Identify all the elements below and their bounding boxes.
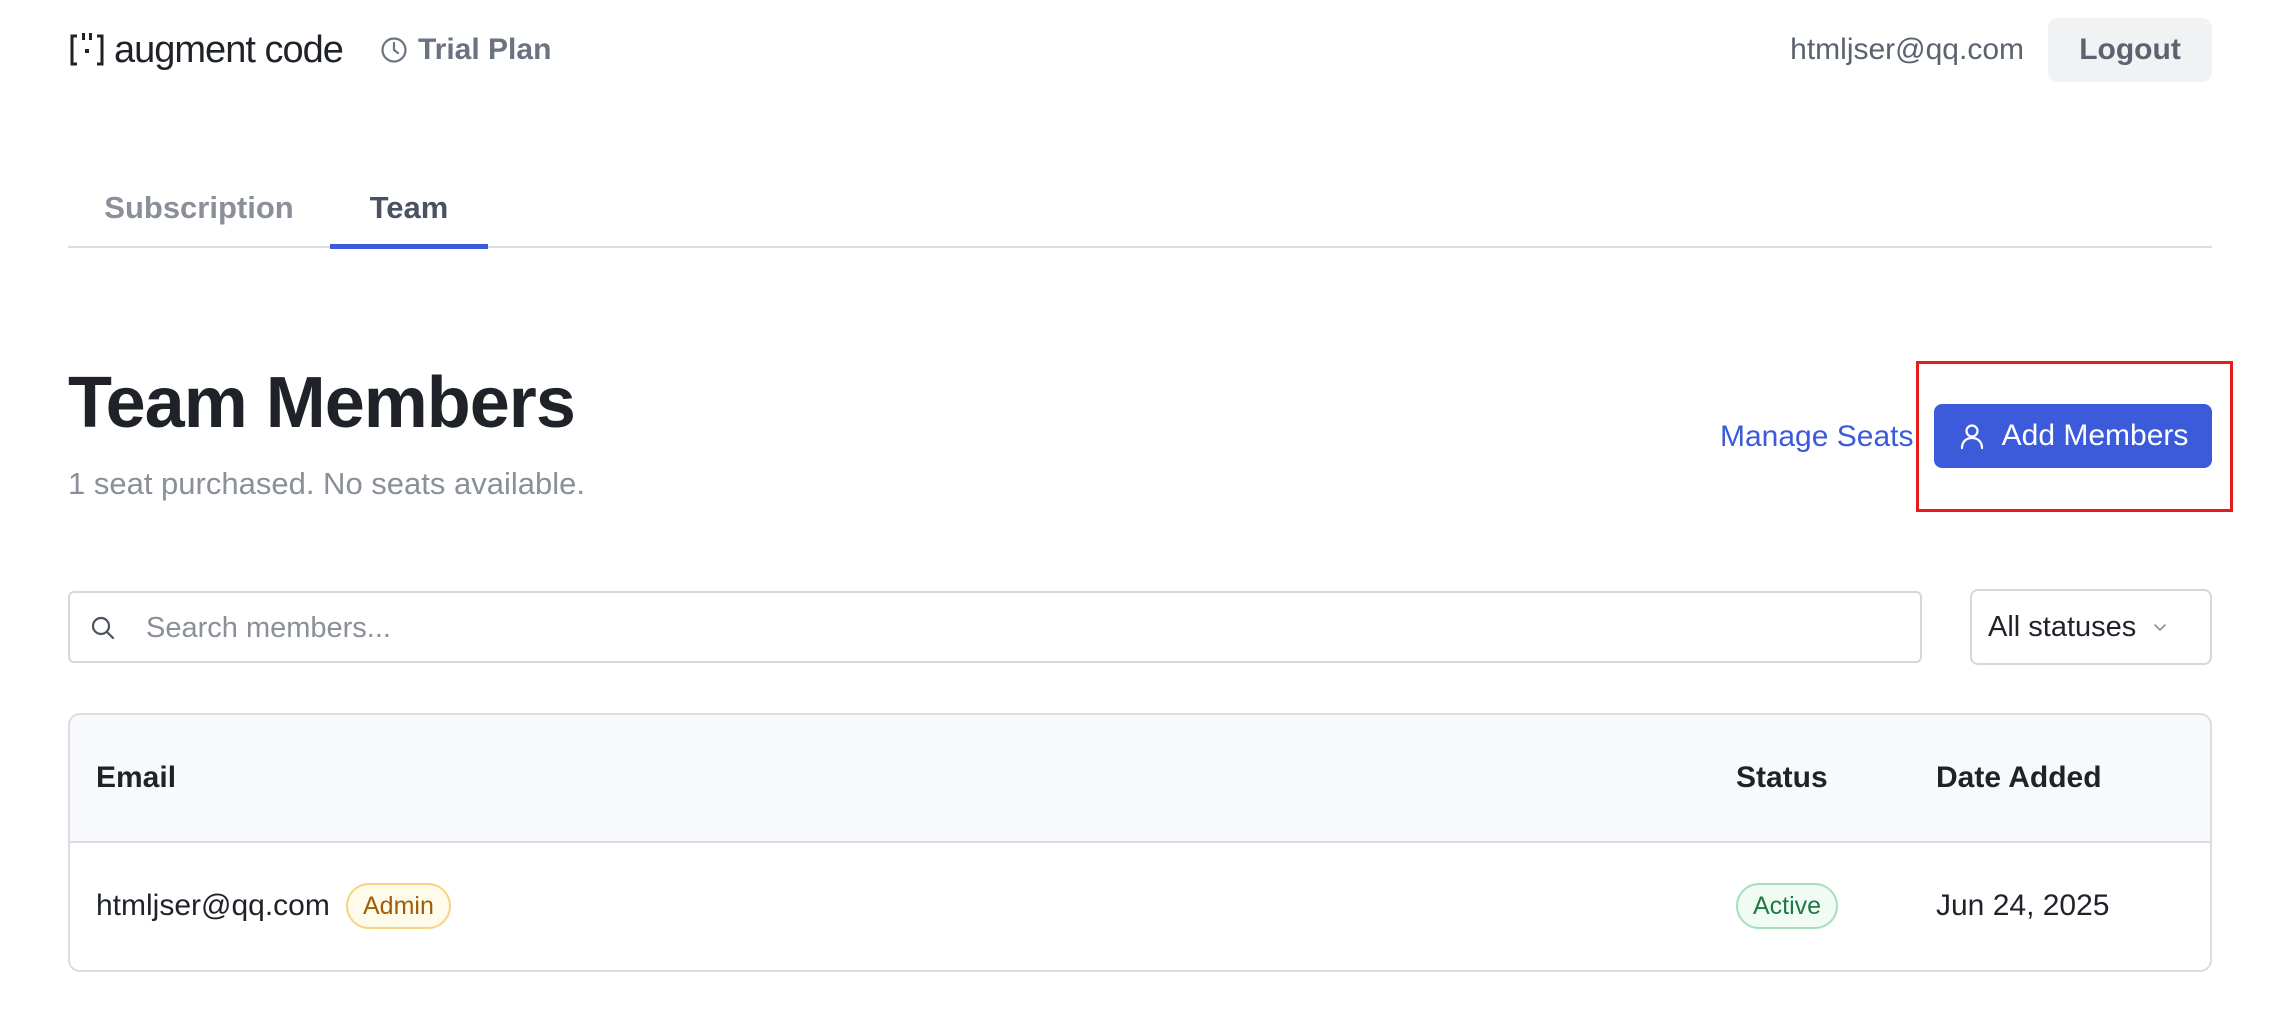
status-badge: Active <box>1736 883 1839 929</box>
person-icon <box>1960 424 1983 450</box>
tab-bar: Subscription Team <box>68 178 2212 249</box>
top-header: augment code Trial Plan htmljser@qq.com … <box>68 18 2212 84</box>
add-members-label: Add Members <box>2001 419 2189 452</box>
tab-team[interactable]: Team <box>330 178 488 249</box>
plan-label: Trial Plan <box>418 33 552 66</box>
logo-text: augment code <box>114 28 344 71</box>
search-input[interactable] <box>146 603 1886 653</box>
logout-button[interactable]: Logout <box>2048 18 2212 82</box>
chevron-down-icon <box>2154 624 2167 632</box>
search-box <box>68 591 1922 663</box>
brackets-logo-icon <box>70 33 104 66</box>
role-badge: Admin <box>346 883 451 929</box>
tab-subscription[interactable]: Subscription <box>68 178 330 248</box>
clock-icon <box>381 37 407 63</box>
column-header-date-added: Date Added <box>1936 761 2102 794</box>
table-row[interactable]: htmljser@qq.com Admin Active Jun 24, 202… <box>70 843 2210 970</box>
manage-seats-link[interactable]: Manage Seats <box>1720 420 1913 454</box>
status-filter-select[interactable]: All statuses <box>1970 589 2212 665</box>
column-header-email: Email <box>96 761 177 794</box>
status-filter-value: All statuses <box>1988 610 2137 643</box>
user-email: htmljser@qq.com <box>1790 33 2024 66</box>
search-icon <box>91 616 115 640</box>
member-email: htmljser@qq.com <box>96 889 330 922</box>
plan-indicator: Trial Plan <box>380 32 551 68</box>
logo[interactable]: augment code <box>68 28 344 72</box>
table-header: Email Status Date Added <box>70 715 2210 843</box>
add-members-button[interactable]: Add Members <box>1934 404 2212 468</box>
date-added: Jun 24, 2025 <box>1936 889 2110 922</box>
page-title: Team Members <box>68 363 576 443</box>
column-header-status: Status <box>1736 761 1828 794</box>
seats-summary: 1 seat purchased. No seats available. <box>68 466 585 501</box>
members-table: Email Status Date Added htmljser@qq.com … <box>68 713 2212 972</box>
